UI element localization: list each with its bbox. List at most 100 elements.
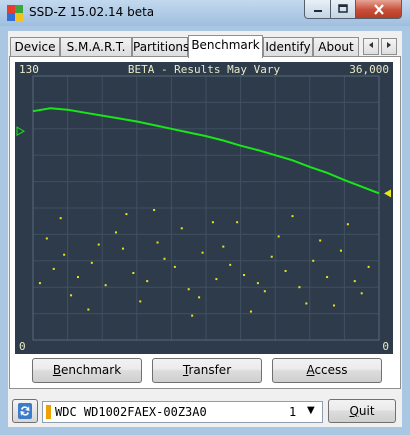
access-point	[291, 215, 294, 218]
access-point	[360, 292, 363, 295]
benchmark-graph: 130 BETA - Results May Vary 36,000 0 0	[15, 62, 393, 354]
tab-about[interactable]: About	[313, 37, 359, 57]
chevron-down-icon[interactable]: ▼	[307, 405, 315, 416]
tab-identify[interactable]: Identify	[263, 37, 313, 57]
client-area: Device S.M.A.R.T. Partitions Benchmark I…	[8, 31, 402, 427]
quit-button-mnemonic: Q	[349, 404, 359, 418]
window-title: SSD-Z 15.02.14 beta	[29, 5, 155, 19]
tab-scroll-left[interactable]	[363, 38, 379, 55]
access-point	[249, 310, 252, 313]
close-button[interactable]	[355, 0, 402, 19]
access-button[interactable]: Access	[272, 358, 382, 383]
access-point	[243, 274, 246, 277]
access-point	[229, 263, 232, 266]
minimize-button[interactable]	[304, 0, 331, 19]
close-icon	[373, 3, 384, 15]
access-point	[191, 314, 194, 317]
access-point	[87, 308, 90, 311]
access-point	[270, 255, 273, 258]
drive-color-indicator	[46, 405, 51, 419]
graph-y-min-left: 0	[19, 340, 26, 353]
quit-button-label: uit	[358, 404, 375, 418]
access-point	[97, 243, 100, 246]
tab-device[interactable]: Device	[10, 37, 60, 57]
access-point	[70, 294, 73, 297]
bottom-bar: WDC WD1002FAEX-00Z3A0 1 ▼ Quit	[8, 397, 402, 427]
access-point	[59, 217, 62, 220]
access-point	[326, 276, 329, 279]
access-point	[76, 276, 79, 279]
drive-number: 1	[289, 405, 297, 419]
access-point	[263, 290, 266, 293]
access-point	[339, 249, 342, 252]
access-point	[333, 304, 336, 307]
access-point	[52, 267, 55, 270]
transfer-button-label: ransfer	[188, 363, 232, 377]
access-point	[139, 300, 142, 303]
benchmark-panel: 130 BETA - Results May Vary 36,000 0 0 B…	[9, 56, 401, 389]
tab-strip: Device S.M.A.R.T. Partitions Benchmark I…	[8, 35, 402, 58]
access-point	[198, 296, 201, 299]
graph-y-max-right: 36,000	[349, 63, 389, 76]
access-point	[45, 237, 48, 240]
access-point	[353, 280, 356, 283]
drive-name: WDC WD1002FAEX-00Z3A0	[55, 405, 207, 419]
access-point	[146, 280, 149, 283]
access-point	[156, 241, 159, 244]
end-marker-icon	[384, 189, 391, 198]
access-point	[121, 247, 124, 250]
title-bar[interactable]: SSD-Z 15.02.14 beta	[0, 0, 410, 26]
access-point	[367, 265, 370, 268]
tab-scroll-right[interactable]	[381, 38, 397, 55]
access-point	[222, 245, 225, 248]
access-point	[211, 221, 214, 224]
maximize-icon	[338, 4, 348, 13]
graph-y-max-left: 130	[19, 63, 39, 76]
benchmark-button-mnemonic: B	[52, 363, 62, 377]
benchmark-button[interactable]: Benchmark	[32, 358, 142, 383]
access-point	[104, 284, 107, 287]
access-point	[346, 223, 349, 226]
access-point	[312, 259, 315, 262]
app-window: SSD-Z 15.02.14 beta Device S.M.A.R.T. Pa…	[0, 0, 410, 435]
access-point	[284, 269, 287, 272]
access-point	[180, 227, 183, 230]
access-point	[277, 235, 280, 238]
graph-canvas	[16, 75, 391, 341]
benchmark-button-label: enchmark	[61, 363, 122, 377]
access-point	[319, 239, 322, 242]
transfer-button[interactable]: Transfer	[152, 358, 262, 383]
access-point	[187, 288, 190, 291]
arrow-right-icon	[387, 42, 391, 48]
graph-banner: BETA - Results May Vary	[127, 63, 281, 76]
access-point	[298, 286, 301, 289]
access-point	[173, 265, 176, 268]
access-point	[163, 257, 166, 260]
app-icon	[7, 5, 23, 21]
access-point	[201, 251, 204, 254]
maximize-button[interactable]	[330, 0, 356, 19]
access-point	[256, 282, 259, 285]
graph-y-min-right: 0	[382, 340, 389, 353]
access-point	[63, 253, 66, 256]
refresh-button[interactable]	[12, 399, 38, 423]
access-point	[153, 209, 156, 212]
arrow-left-icon	[369, 42, 373, 48]
access-button-label: ccess	[314, 363, 348, 377]
access-point	[215, 278, 218, 281]
refresh-icon	[18, 403, 32, 419]
access-point	[115, 231, 118, 234]
access-point	[125, 213, 128, 216]
access-point	[90, 261, 93, 264]
access-point	[305, 302, 308, 305]
quit-button[interactable]: Quit	[328, 399, 396, 423]
minimize-icon	[313, 10, 322, 12]
tab-benchmark[interactable]: Benchmark	[188, 35, 263, 58]
tab-smart[interactable]: S.M.A.R.T.	[60, 37, 132, 57]
access-point	[236, 221, 239, 224]
access-point	[38, 282, 41, 285]
drive-select[interactable]: WDC WD1002FAEX-00Z3A0 1 ▼	[42, 401, 323, 423]
start-marker-icon	[16, 126, 26, 137]
tab-partitions[interactable]: Partitions	[132, 37, 189, 57]
access-point	[132, 271, 135, 274]
